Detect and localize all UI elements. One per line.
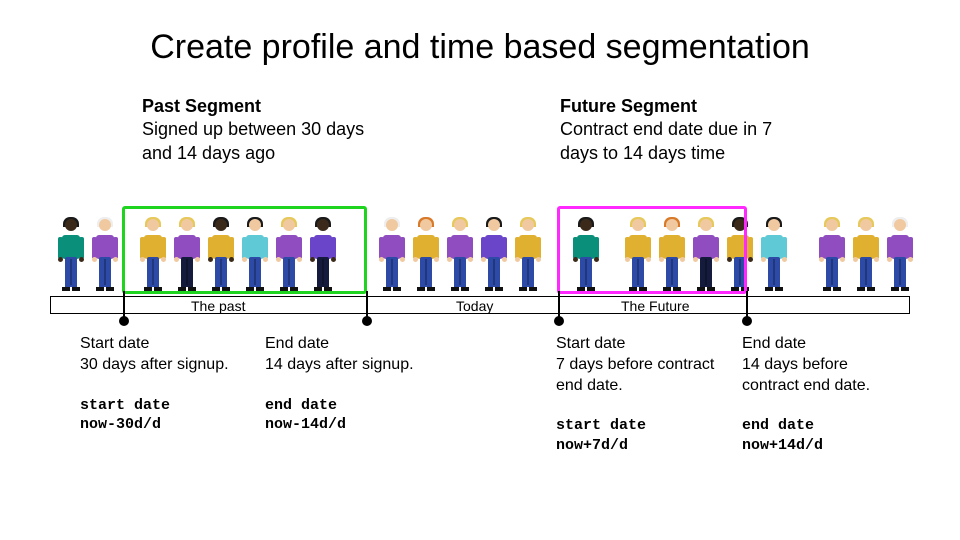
timeline-label-today: Today <box>456 297 493 315</box>
person-icon <box>515 219 541 291</box>
page-title: Create profile and time based segmentati… <box>0 0 960 67</box>
annotation-text: End date 14 days before contract end dat… <box>742 334 902 396</box>
person-icon <box>447 219 473 291</box>
person-icon <box>761 219 787 291</box>
future-segment-box <box>557 206 747 294</box>
annotation-text: End date 14 days after signup. <box>265 334 425 376</box>
annotation-future-start: Start date 7 days before contract end da… <box>556 334 716 455</box>
timeline-label-future: The Future <box>621 297 689 315</box>
person-icon <box>413 219 439 291</box>
marker-past-end <box>366 291 368 321</box>
annotation-text: Start date 30 days after signup. <box>80 334 240 376</box>
timeline-label-past: The past <box>191 297 245 315</box>
marker-future-end <box>746 291 748 321</box>
annotation-past-start: Start date 30 days after signup. start d… <box>80 334 240 435</box>
future-segment-desc: Contract end date due in 7 days to 14 da… <box>560 118 790 165</box>
annotation-code: start date now+7d/d <box>556 416 716 455</box>
person-icon <box>58 219 84 291</box>
annotation-code: start date now-30d/d <box>80 396 240 435</box>
past-segment-desc: Signed up between 30 days and 14 days ag… <box>142 118 372 165</box>
annotation-text: Start date 7 days before contract end da… <box>556 334 716 396</box>
past-segment-caption: Past Segment Signed up between 30 days a… <box>142 95 372 165</box>
person-icon <box>887 219 913 291</box>
annotation-code: end date now+14d/d <box>742 416 902 455</box>
person-icon <box>92 219 118 291</box>
person-icon <box>379 219 405 291</box>
past-segment-heading: Past Segment <box>142 95 372 118</box>
marker-past-start <box>123 291 125 321</box>
future-segment-caption: Future Segment Contract end date due in … <box>560 95 790 165</box>
person-icon <box>853 219 879 291</box>
past-segment-box <box>122 206 367 294</box>
person-icon <box>481 219 507 291</box>
marker-future-start <box>558 291 560 321</box>
annotation-past-end: End date 14 days after signup. end date … <box>265 334 425 435</box>
timeline: The past Today The Future <box>50 296 910 314</box>
annotation-code: end date now-14d/d <box>265 396 425 435</box>
annotation-future-end: End date 14 days before contract end dat… <box>742 334 902 455</box>
future-segment-heading: Future Segment <box>560 95 790 118</box>
person-icon <box>819 219 845 291</box>
